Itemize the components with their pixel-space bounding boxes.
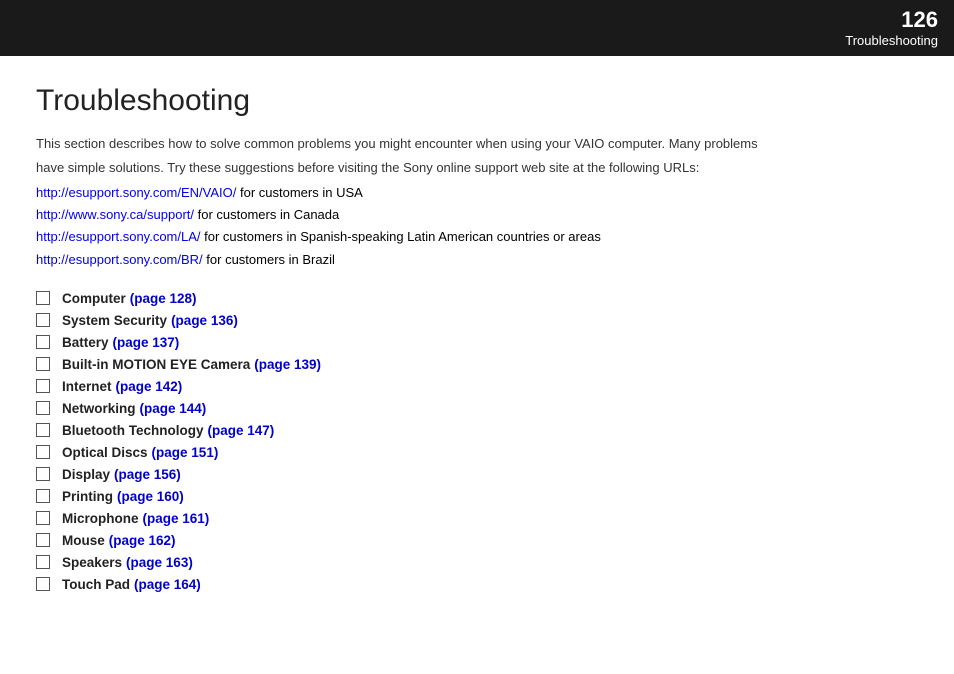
page-number-area: 126 Troubleshooting bbox=[845, 8, 938, 47]
checkbox-icon bbox=[36, 313, 50, 327]
checkbox-icon bbox=[36, 401, 50, 415]
toc-link-mouse[interactable]: (page 162) bbox=[109, 533, 176, 548]
url-canada-suffix: for customers in Canada bbox=[194, 207, 339, 222]
toc-item-microphone: Microphone (page 161) bbox=[36, 511, 918, 526]
toc-link-printing[interactable]: (page 160) bbox=[117, 489, 184, 504]
checkbox-icon bbox=[36, 555, 50, 569]
toc-item-bluetooth: Bluetooth Technology (page 147) bbox=[36, 423, 918, 438]
toc-list: Computer (page 128) System Security (pag… bbox=[36, 291, 918, 592]
url-la[interactable]: http://esupport.sony.com/LA/ bbox=[36, 229, 201, 244]
toc-link-internet[interactable]: (page 142) bbox=[116, 379, 183, 394]
toc-item-mouse: Mouse (page 162) bbox=[36, 533, 918, 548]
checkbox-icon bbox=[36, 379, 50, 393]
toc-item-speakers: Speakers (page 163) bbox=[36, 555, 918, 570]
url-brazil[interactable]: http://esupport.sony.com/BR/ bbox=[36, 252, 203, 267]
toc-link-motion-eye[interactable]: (page 139) bbox=[254, 357, 321, 372]
checkbox-icon bbox=[36, 511, 50, 525]
header: VAIO 126 Troubleshooting bbox=[0, 0, 954, 56]
toc-link-computer[interactable]: (page 128) bbox=[130, 291, 197, 306]
toc-link-optical-discs[interactable]: (page 151) bbox=[152, 445, 219, 460]
url-canada[interactable]: http://www.sony.ca/support/ bbox=[36, 207, 194, 222]
toc-item-motion-eye: Built-in MOTION EYE Camera (page 139) bbox=[36, 357, 918, 372]
toc-label: Networking bbox=[62, 401, 136, 416]
toc-item-battery: Battery (page 137) bbox=[36, 335, 918, 350]
toc-label: Printing bbox=[62, 489, 113, 504]
toc-label: Battery bbox=[62, 335, 109, 350]
checkbox-icon bbox=[36, 467, 50, 481]
toc-label: Mouse bbox=[62, 533, 105, 548]
toc-label: System Security bbox=[62, 313, 167, 328]
link-item-3: http://esupport.sony.com/BR/ for custome… bbox=[36, 249, 918, 271]
toc-link-battery[interactable]: (page 137) bbox=[113, 335, 180, 350]
url-brazil-suffix: for customers in Brazil bbox=[203, 252, 335, 267]
toc-label: Touch Pad bbox=[62, 577, 130, 592]
toc-item-computer: Computer (page 128) bbox=[36, 291, 918, 306]
section-label: Troubleshooting bbox=[845, 33, 938, 48]
intro-links: http://esupport.sony.com/EN/VAIO/ for cu… bbox=[36, 182, 918, 270]
checkbox-icon bbox=[36, 533, 50, 547]
checkbox-icon bbox=[36, 357, 50, 371]
toc-label: Microphone bbox=[62, 511, 139, 526]
page-number: 126 bbox=[845, 8, 938, 32]
toc-item-printing: Printing (page 160) bbox=[36, 489, 918, 504]
link-item-0: http://esupport.sony.com/EN/VAIO/ for cu… bbox=[36, 182, 918, 204]
toc-item-system-security: System Security (page 136) bbox=[36, 313, 918, 328]
checkbox-icon bbox=[36, 335, 50, 349]
page-title: Troubleshooting bbox=[36, 84, 918, 118]
url-la-suffix: for customers in Spanish-speaking Latin … bbox=[201, 229, 601, 244]
toc-item-optical-discs: Optical Discs (page 151) bbox=[36, 445, 918, 460]
content-area: Troubleshooting This section describes h… bbox=[0, 56, 954, 674]
toc-link-networking[interactable]: (page 144) bbox=[140, 401, 207, 416]
toc-label: Built-in MOTION EYE Camera bbox=[62, 357, 250, 372]
url-usa[interactable]: http://esupport.sony.com/EN/VAIO/ bbox=[36, 185, 236, 200]
toc-item-display: Display (page 156) bbox=[36, 467, 918, 482]
toc-link-microphone[interactable]: (page 161) bbox=[143, 511, 210, 526]
toc-label: Internet bbox=[62, 379, 112, 394]
toc-label: Display bbox=[62, 467, 110, 482]
toc-link-touch-pad[interactable]: (page 164) bbox=[134, 577, 201, 592]
url-usa-suffix: for customers in USA bbox=[236, 185, 362, 200]
toc-link-display[interactable]: (page 156) bbox=[114, 467, 181, 482]
toc-item-touch-pad: Touch Pad (page 164) bbox=[36, 577, 918, 592]
toc-label: Bluetooth Technology bbox=[62, 423, 204, 438]
checkbox-icon bbox=[36, 577, 50, 591]
toc-item-networking: Networking (page 144) bbox=[36, 401, 918, 416]
checkbox-icon bbox=[36, 445, 50, 459]
toc-label: Speakers bbox=[62, 555, 122, 570]
toc-label: Computer bbox=[62, 291, 126, 306]
checkbox-icon bbox=[36, 291, 50, 305]
link-item-2: http://esupport.sony.com/LA/ for custome… bbox=[36, 226, 918, 248]
intro-text-line1: This section describes how to solve comm… bbox=[36, 134, 918, 154]
toc-link-bluetooth[interactable]: (page 147) bbox=[208, 423, 275, 438]
toc-label: Optical Discs bbox=[62, 445, 148, 460]
toc-link-speakers[interactable]: (page 163) bbox=[126, 555, 193, 570]
checkbox-icon bbox=[36, 489, 50, 503]
toc-item-internet: Internet (page 142) bbox=[36, 379, 918, 394]
intro-text-line2: have simple solutions. Try these suggest… bbox=[36, 158, 918, 178]
toc-link-system-security[interactable]: (page 136) bbox=[171, 313, 238, 328]
link-item-1: http://www.sony.ca/support/ for customer… bbox=[36, 204, 918, 226]
checkbox-icon bbox=[36, 423, 50, 437]
